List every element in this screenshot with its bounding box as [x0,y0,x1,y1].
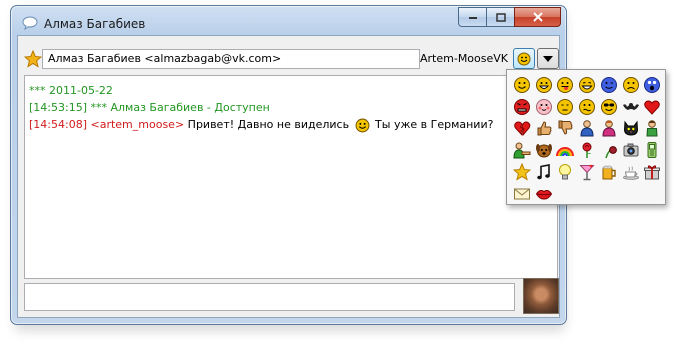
window-title: Алмаз Багабиев [44,17,146,31]
thumbs-down-icon[interactable] [556,119,574,137]
gift-icon[interactable] [643,163,661,181]
rose-icon[interactable] [578,141,596,159]
boy-icon[interactable] [643,119,661,137]
cool-icon[interactable] [600,98,618,116]
menu-dropdown-button[interactable] [537,48,559,69]
minimize-icon [468,17,477,19]
tongue-icon[interactable] [556,76,574,94]
message-nick: <artem_moose> [90,118,185,131]
broken-heart-icon[interactable] [513,119,531,137]
log-status-line: [14:53:15] *** Алмаз Багабиев - Доступен [29,99,557,116]
confused-icon[interactable] [578,98,596,116]
lightbulb-icon[interactable] [556,163,574,181]
message-time: [14:54:08] [29,118,87,131]
contact-field[interactable]: Алмаз Багабиев <almazbagab@vk.com> [42,49,420,69]
log-date: *** 2011-05-22 [29,84,113,97]
bat-icon[interactable] [622,98,640,116]
mail-icon[interactable] [513,185,531,203]
minimize-button[interactable] [458,7,487,27]
grin-icon[interactable] [535,76,553,94]
chat-bubble-icon [22,16,38,30]
status-time: [14:53:15] [29,101,87,114]
favorite-star-icon[interactable] [24,50,42,68]
contact-avatar [523,278,559,314]
smile-icon[interactable] [513,76,531,94]
chat-window: Алмаз Багабиев Алмаз Багабиев <almazbaga… [10,5,567,325]
maximize-icon [495,12,506,22]
message-text-2: Ты уже в Германии? [375,118,494,131]
maximize-button[interactable] [486,7,515,27]
status-text: *** Алмаз Багабиев - Доступен [90,101,270,114]
close-icon [532,12,543,22]
beer-icon[interactable] [600,163,618,181]
hug-left-icon[interactable] [513,141,531,159]
rainbow-icon[interactable] [556,141,575,159]
message-log[interactable]: *** 2011-05-22 [14:53:15] *** Алмаз Бага… [24,75,558,279]
music-note-icon[interactable] [535,163,553,181]
pensive-icon[interactable] [556,98,574,116]
camera-icon[interactable] [622,141,640,159]
heart-icon[interactable] [643,98,661,116]
log-message-line: [14:54:08] <artem_moose> Привет! Давно н… [29,116,557,133]
smile-icon [517,52,531,65]
cellphone-icon[interactable] [643,141,661,159]
sad-icon[interactable] [622,76,640,94]
coffee-icon[interactable] [622,163,640,181]
account-name: Artem-MooseVK [420,52,508,65]
dog-icon[interactable] [535,141,553,159]
emoticon-button[interactable] [513,48,535,69]
wilted-rose-icon[interactable] [600,141,618,159]
emoticon-picker [506,69,666,205]
cat-icon[interactable] [622,119,640,137]
angry-icon[interactable] [513,98,531,116]
message-text-1: Привет! Давно не виделись [187,118,350,131]
woman-icon[interactable] [600,119,618,137]
thumbs-up-icon[interactable] [535,119,553,137]
message-input[interactable] [24,283,515,311]
man-icon[interactable] [578,119,596,137]
smile-icon [355,118,370,132]
lips-icon[interactable] [535,185,553,203]
cocktail-icon[interactable] [578,163,596,181]
blush-icon[interactable] [535,98,553,116]
chevron-down-icon [543,55,553,62]
chat-client-area: Алмаз Багабиев <almazbagab@vk.com> Artem… [17,35,560,318]
close-button[interactable] [514,7,561,27]
star-icon[interactable] [513,162,531,181]
laugh-icon[interactable] [578,76,596,94]
surprised-icon[interactable] [643,76,661,94]
wink-icon[interactable] [600,76,618,94]
